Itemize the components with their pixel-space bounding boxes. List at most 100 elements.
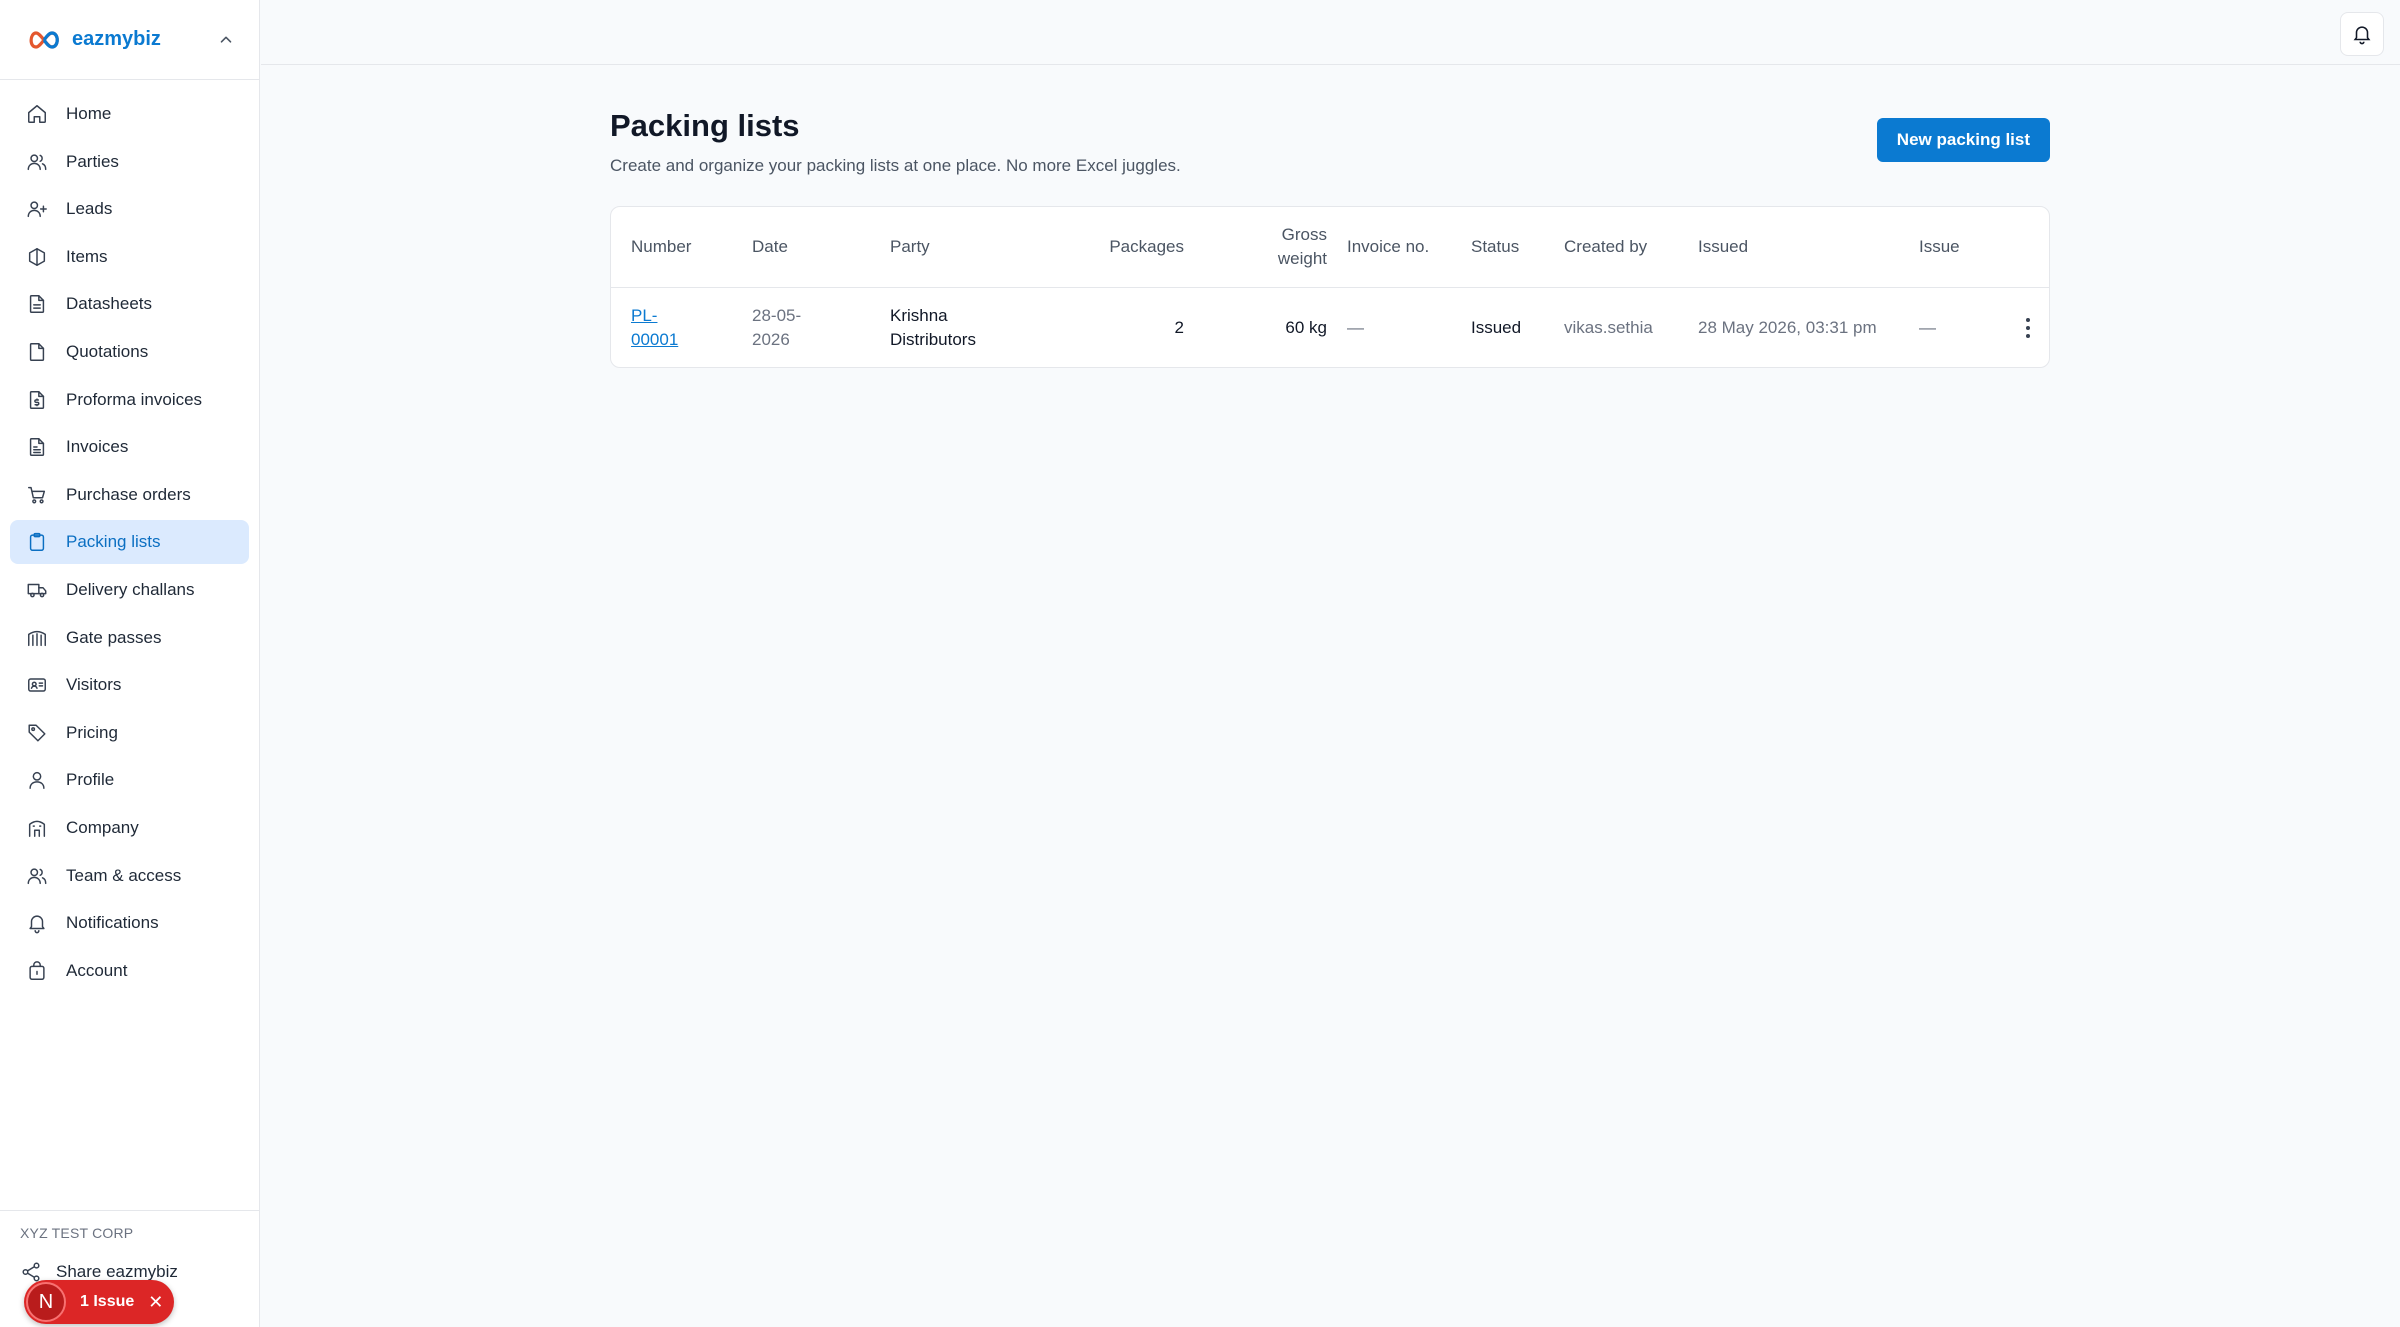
sidebar-item-label: Delivery challans <box>66 579 195 599</box>
sidebar-item-label: Packing lists <box>66 532 161 552</box>
notifications-button[interactable] <box>2340 12 2384 56</box>
sidebar-item-company[interactable]: Company <box>10 806 249 850</box>
cart-icon <box>26 484 48 506</box>
sidebar-item-label: Datasheets <box>66 294 152 314</box>
sidebar-item-quotations[interactable]: Quotations <box>10 330 249 374</box>
topbar <box>261 0 2400 65</box>
file-text-icon <box>26 436 48 458</box>
tag-icon <box>26 722 48 744</box>
sidebar-item-packing-lists[interactable]: Packing lists <box>10 520 249 565</box>
user-icon <box>26 769 48 791</box>
file-icon <box>26 341 48 363</box>
sidebar-item-team-access[interactable]: Team & access <box>10 854 249 898</box>
sidebar-item-label: Items <box>66 246 108 266</box>
sidebar-item-visitors[interactable]: Visitors <box>10 663 249 707</box>
document-icon <box>26 293 48 315</box>
new-packing-list-button[interactable]: New packing list <box>1876 118 2050 162</box>
row-issued: 28 May 2026, 03:31 pm <box>1698 318 1877 337</box>
row-party: Krishna Distributors <box>890 306 976 349</box>
sidebar-item-delivery-challans[interactable]: Delivery challans <box>10 568 249 612</box>
table-row[interactable]: PL-00001 28-05-2026 Krishna Distributors… <box>611 288 2049 367</box>
bell-icon <box>26 912 48 934</box>
column-header-issue[interactable]: Issue <box>1919 207 1999 287</box>
lock-icon <box>26 960 48 982</box>
page-subtitle: Create and organize your packing lists a… <box>610 156 1181 175</box>
sidebar: eazmybiz Home Parties Leads Items Datash… <box>0 0 260 1327</box>
sidebar-item-profile[interactable]: Profile <box>10 758 249 802</box>
sidebar-item-pricing[interactable]: Pricing <box>10 711 249 755</box>
gate-icon <box>26 627 48 649</box>
issue-badge[interactable]: N 1 Issue ✕ <box>24 1280 174 1324</box>
brand-header[interactable]: eazmybiz <box>0 0 259 80</box>
sidebar-item-label: Quotations <box>66 341 149 361</box>
sidebar-item-home[interactable]: Home <box>10 92 249 136</box>
table-header: Number Date Party Packages Gross weight … <box>611 207 2049 288</box>
home-icon <box>26 103 48 125</box>
truck-icon <box>26 579 48 601</box>
packing-lists-table: Number Date Party Packages Gross weight … <box>610 206 2050 368</box>
row-invoice-no: — <box>1347 318 1364 337</box>
issue-avatar: N <box>26 1282 66 1322</box>
clipboard-icon <box>26 531 48 553</box>
column-header-issued[interactable]: Issued <box>1698 207 1878 287</box>
share-icon <box>22 1262 40 1282</box>
column-header-gross-weight[interactable]: Gross weight <box>1231 207 1327 287</box>
sidebar-item-label: Proforma invoices <box>66 389 203 409</box>
column-header-status[interactable]: Status <box>1471 207 1551 287</box>
sidebar-item-purchase-orders[interactable]: Purchase orders <box>10 473 249 517</box>
sidebar-item-label: Pricing <box>66 722 118 742</box>
row-created-by: vikas.sethia <box>1564 318 1653 337</box>
close-icon[interactable]: ✕ <box>148 1292 163 1313</box>
row-gross-weight: 60 kg <box>1285 318 1327 337</box>
sidebar-item-label: Parties <box>66 151 119 171</box>
sidebar-item-gate-passes[interactable]: Gate passes <box>10 616 249 660</box>
id-card-icon <box>26 674 48 696</box>
box-icon <box>26 246 48 268</box>
sidebar-item-label: Team & access <box>66 865 182 885</box>
issue-label: 1 Issue <box>80 1293 135 1310</box>
sidebar-item-label: Account <box>66 960 128 980</box>
bell-icon <box>2353 26 2371 45</box>
sidebar-item-leads[interactable]: Leads <box>10 187 249 231</box>
sidebar-item-account[interactable]: Account <box>10 949 249 993</box>
column-header-packages[interactable]: Packages <box>1081 207 1184 287</box>
building-icon <box>26 817 48 839</box>
infinity-logo-icon <box>29 30 59 49</box>
users-icon <box>26 151 48 173</box>
packing-list-number-link[interactable]: PL-00001 <box>631 288 701 367</box>
org-name: XYZ TEST CORP <box>20 1225 134 1241</box>
sidebar-item-label: Notifications <box>66 913 159 933</box>
row-issue: — <box>1919 318 1936 337</box>
sidebar-item-datasheets[interactable]: Datasheets <box>10 282 249 326</box>
sidebar-item-label: Visitors <box>66 675 122 695</box>
column-header-party[interactable]: Party <box>890 207 1050 287</box>
brand-name: eazmybiz <box>72 28 161 50</box>
sidebar-nav: Home Parties Leads Items Datasheets Quot… <box>0 80 259 1008</box>
row-packages: 2 <box>1174 318 1184 337</box>
file-dollar-icon <box>26 389 48 411</box>
page-title: Packing lists <box>610 108 800 143</box>
sidebar-item-notifications[interactable]: Notifications <box>10 901 249 945</box>
sidebar-item-proforma-invoices[interactable]: Proforma invoices <box>10 378 249 422</box>
sidebar-item-label: Purchase orders <box>66 484 191 504</box>
sidebar-item-items[interactable]: Items <box>10 235 249 279</box>
column-header-number[interactable]: Number <box>631 207 731 287</box>
column-header-invoice-no[interactable]: Invoice no. <box>1347 207 1433 287</box>
sidebar-item-label: Home <box>66 104 112 123</box>
row-date: 28-05-2026 <box>752 306 802 349</box>
sidebar-item-label: Gate passes <box>66 627 162 647</box>
user-plus-icon <box>26 198 48 220</box>
team-icon <box>26 865 48 887</box>
status-badge: Issued <box>1471 318 1522 337</box>
column-header-created-by[interactable]: Created by <box>1564 207 1674 287</box>
chevron-up-icon[interactable] <box>217 31 235 49</box>
main-content: Packing lists Create and organize your p… <box>610 108 2050 368</box>
sidebar-item-label: Company <box>66 817 139 837</box>
sidebar-item-label: Profile <box>66 770 115 790</box>
share-label: Share eazmybiz <box>56 1262 178 1281</box>
column-header-date[interactable]: Date <box>752 207 862 287</box>
more-actions-icon[interactable] <box>2025 318 2031 338</box>
sidebar-item-label: Invoices <box>66 437 129 457</box>
sidebar-item-parties[interactable]: Parties <box>10 140 249 184</box>
sidebar-item-invoices[interactable]: Invoices <box>10 425 249 469</box>
